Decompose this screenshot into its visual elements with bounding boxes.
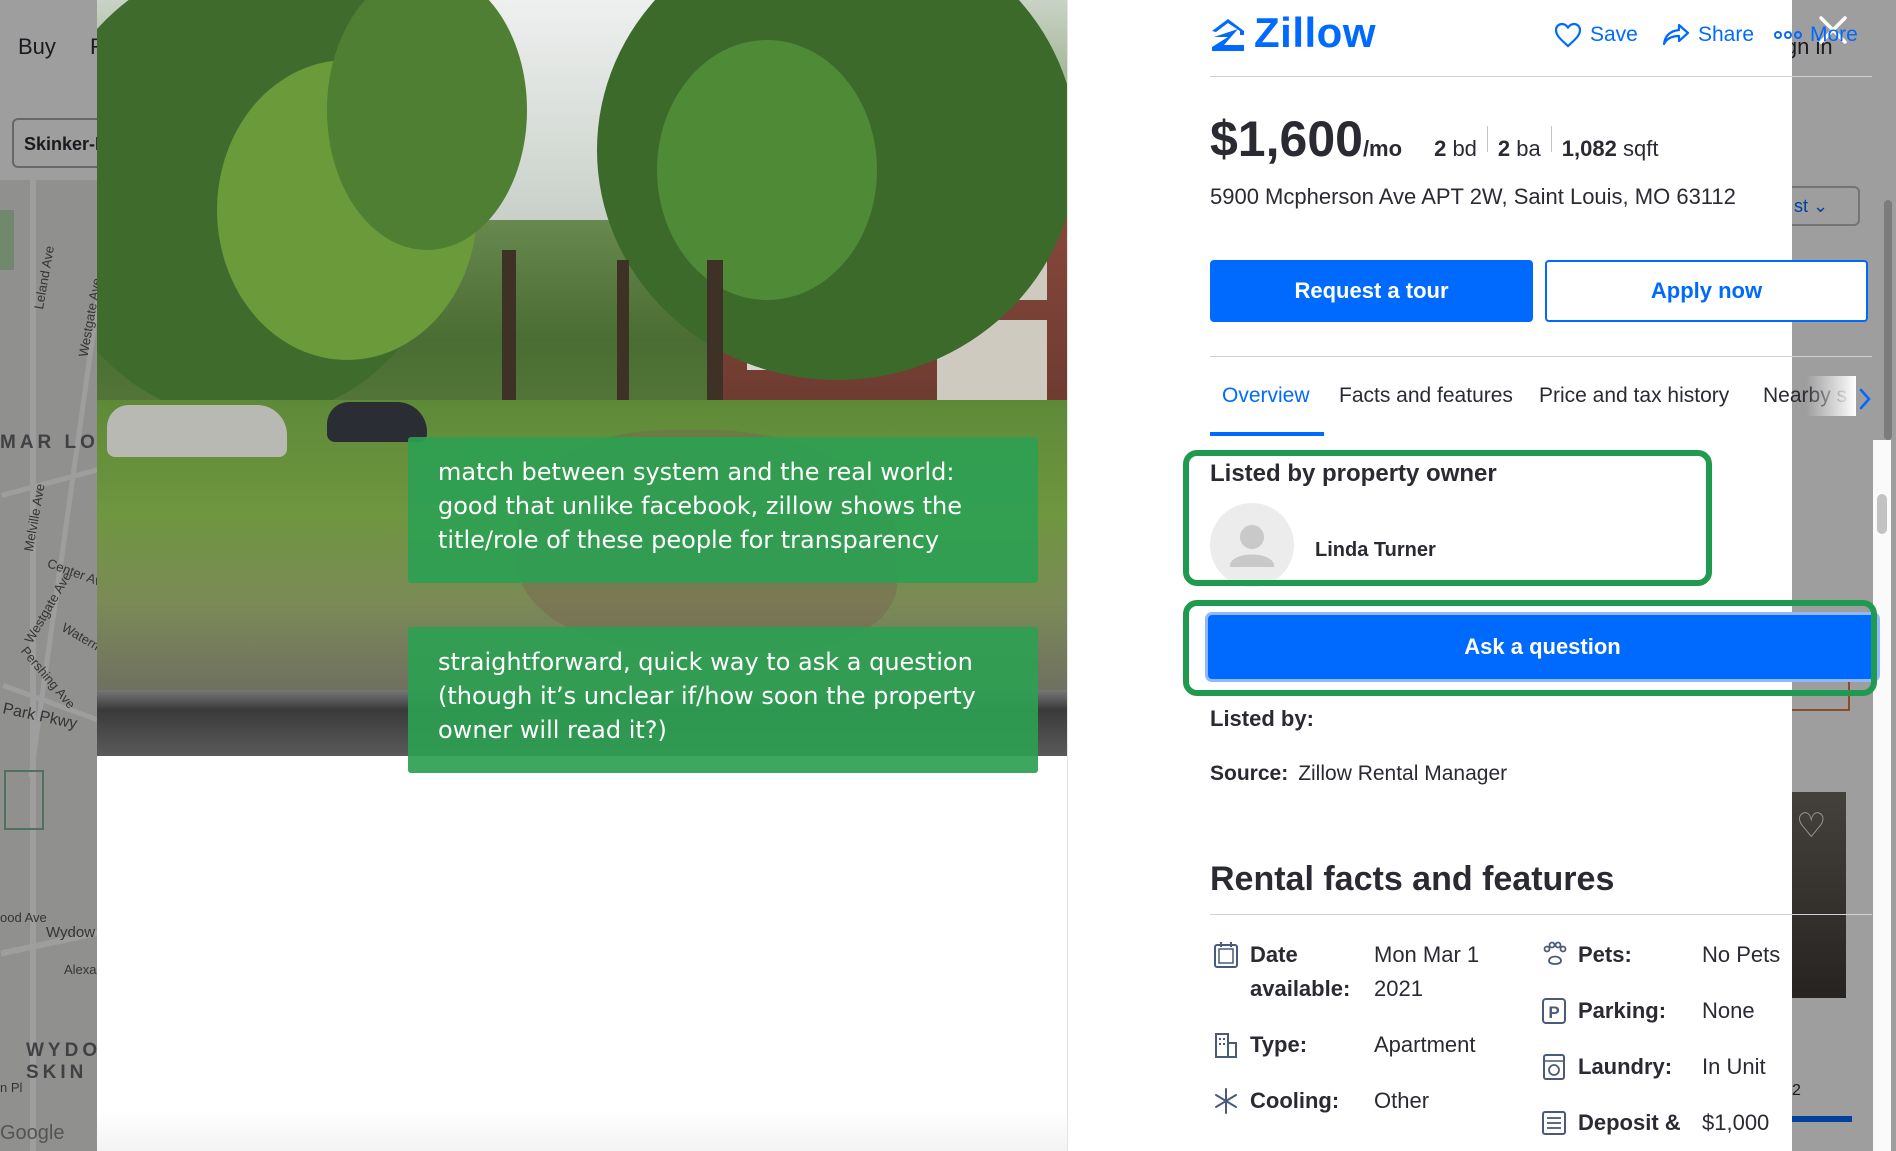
beds-count: 2 bd xyxy=(1434,136,1477,161)
save-label: Save xyxy=(1590,23,1638,46)
washer-icon xyxy=(1538,1050,1570,1084)
save-button[interactable]: Save xyxy=(1554,20,1638,50)
divider xyxy=(1210,914,1872,915)
divider xyxy=(1210,76,1872,77)
building-icon xyxy=(1210,1028,1242,1062)
parking-icon: P xyxy=(1538,994,1570,1028)
sqft-count: 1,082 sqft xyxy=(1561,136,1659,161)
fact-value: In Unit xyxy=(1702,1054,1766,1079)
fact-cooling: Cooling: Other xyxy=(1210,1084,1524,1118)
ask-question-button[interactable]: Ask a question xyxy=(1208,615,1877,679)
owner-name[interactable]: Linda Turner xyxy=(1315,539,1436,562)
listed-by-label: Listed by: xyxy=(1210,706,1314,731)
snowflake-icon xyxy=(1210,1084,1242,1118)
source-value: Zillow Rental Manager xyxy=(1298,762,1508,785)
fact-label: Cooling: xyxy=(1250,1088,1340,1113)
request-tour-button[interactable]: Request a tour xyxy=(1210,260,1533,322)
fact-value: Mon Mar 1 2021 xyxy=(1374,942,1480,1001)
source-line: Source: Zillow Rental Manager xyxy=(1210,762,1507,786)
paw-icon xyxy=(1538,938,1570,972)
listing-modal: match between system and the real world:… xyxy=(97,0,1891,1151)
baths-count: 2 ba xyxy=(1497,136,1541,161)
price-summary: $1,600 /mo 2 bd 2 ba 1,082 sqft xyxy=(1210,110,1668,168)
fact-laundry: Laundry: In Unit xyxy=(1538,1050,1842,1084)
share-icon xyxy=(1662,23,1690,46)
fact-label: Pets: xyxy=(1578,942,1632,967)
rental-facts-heading: Rental facts and features xyxy=(1210,860,1615,898)
fact-value: Apartment xyxy=(1374,1032,1476,1057)
fact-value: None xyxy=(1702,998,1755,1023)
listing-address: 5900 Mcpherson Ave APT 2W, Saint Louis, … xyxy=(1210,184,1736,209)
owner-heading: Listed by property owner xyxy=(1210,460,1497,487)
zillow-logo[interactable]: Zillow xyxy=(1210,9,1376,56)
person-icon xyxy=(1230,525,1274,567)
more-button[interactable]: More xyxy=(1774,20,1858,50)
source-label: Source: xyxy=(1210,762,1289,785)
divider xyxy=(1210,356,1872,357)
more-label: More xyxy=(1810,23,1858,46)
share-label: Share xyxy=(1698,23,1755,46)
tabs-fade xyxy=(1806,376,1856,416)
svg-text:P: P xyxy=(1548,1003,1559,1022)
details-panel: Zillow Save Share More $1,600 /mo 2 bd 2… xyxy=(1067,0,1891,1151)
annotation-note: match between system and the real world:… xyxy=(408,437,1038,583)
fact-pets: Pets: No Pets xyxy=(1538,938,1842,972)
fact-value: Other xyxy=(1374,1088,1430,1113)
apply-now-button[interactable]: Apply now xyxy=(1545,260,1868,322)
chevron-right-icon[interactable] xyxy=(1855,384,1875,414)
share-button[interactable]: Share xyxy=(1662,20,1754,50)
panel-scrollbar[interactable] xyxy=(1873,440,1891,1151)
fact-deposit: Deposit & $1,000 xyxy=(1538,1106,1842,1140)
fact-label: Date available: xyxy=(1250,942,1351,1001)
active-tab-indicator xyxy=(1210,432,1324,436)
fact-value: $1,000 xyxy=(1702,1110,1770,1135)
fact-value: No Pets xyxy=(1702,942,1781,967)
fact-parking: P Parking: None xyxy=(1538,994,1842,1028)
fact-label: Laundry: xyxy=(1578,1054,1673,1079)
avatar xyxy=(1210,503,1294,587)
tab-facts-and-features[interactable]: Facts and features xyxy=(1339,384,1513,408)
more-dots-icon xyxy=(1774,31,1802,39)
section-tabs: Overview Facts and features Price and ta… xyxy=(1210,376,1872,436)
zillow-logo-text: Zillow xyxy=(1254,9,1376,56)
bottom-shadow xyxy=(97,1110,1067,1151)
tab-overview[interactable]: Overview xyxy=(1222,384,1310,408)
fact-label: Type: xyxy=(1250,1032,1308,1057)
fact-date-available: Date available: Mon Mar 1 2021 xyxy=(1210,938,1524,1006)
price-unit: /mo xyxy=(1362,136,1403,161)
fact-label: Parking: xyxy=(1578,998,1667,1023)
tab-price-and-tax-history[interactable]: Price and tax history xyxy=(1539,384,1729,408)
annotation-note: straightforward, quick way to ask a ques… xyxy=(408,627,1038,773)
calendar-icon xyxy=(1210,938,1242,972)
fact-type: Type: Apartment xyxy=(1210,1028,1524,1062)
panel-scrollbar-thumb[interactable] xyxy=(1877,494,1887,534)
heart-icon xyxy=(1554,22,1582,48)
list-icon xyxy=(1538,1106,1570,1140)
fact-label: Deposit & xyxy=(1578,1110,1681,1135)
price-amount: $1,600 xyxy=(1210,111,1363,167)
photo-area-blank xyxy=(97,756,1067,1151)
zillow-logo-icon xyxy=(1212,19,1244,51)
